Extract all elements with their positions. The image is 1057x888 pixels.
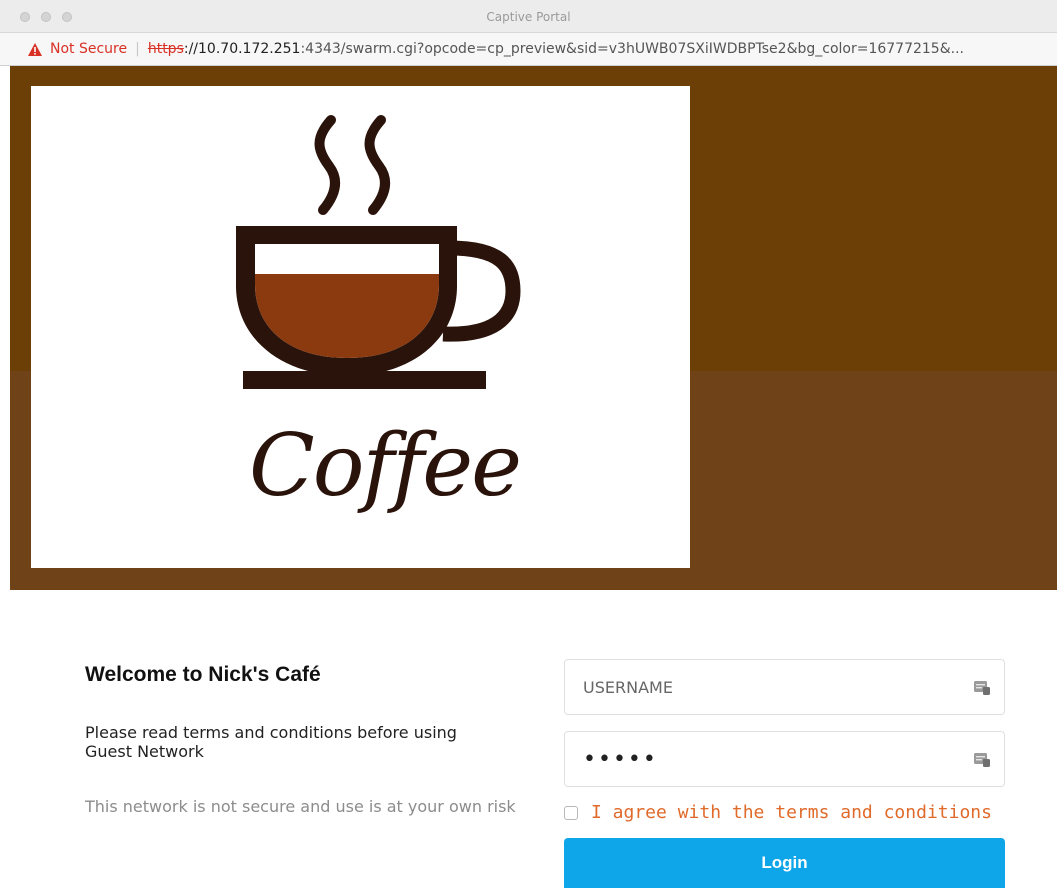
username-field[interactable] [564,659,1005,715]
login-button[interactable]: Login [564,838,1005,888]
not-secure-label[interactable]: Not Secure [50,41,127,57]
address-bar[interactable]: Not Secure | https://10.70.172.251:4343/… [0,33,1057,66]
portal-banner: Coffee [10,66,1057,590]
agree-checkbox[interactable] [564,805,578,820]
agree-terms[interactable]: I agree with the terms and conditions [564,802,992,823]
username-input[interactable] [583,660,963,714]
welcome-heading: Welcome to Nick's Café [85,663,321,686]
url-host: ://10.70.172.251 [183,41,301,57]
password-input[interactable] [583,732,963,786]
coffee-logo-text: Coffee [249,416,522,516]
agree-label[interactable]: I agree with the terms and conditions [591,802,992,823]
window-titlebar: Captive Portal [0,0,1057,33]
url-protocol: https [147,41,184,57]
terms-notice: Please read terms and conditions before … [85,723,457,761]
keycard-icon [974,753,990,767]
window-title: Captive Portal [486,10,571,24]
url-path: :4343/swarm.cgi?opcode=cp_preview&sid=v3… [300,41,964,57]
password-field[interactable] [564,731,1005,787]
keycard-icon [974,681,990,695]
address-separator: | [135,41,140,57]
risk-notice: This network is not secure and use is at… [85,797,516,816]
coffee-logo: Coffee [31,86,690,568]
warning-triangle-icon [28,42,42,56]
